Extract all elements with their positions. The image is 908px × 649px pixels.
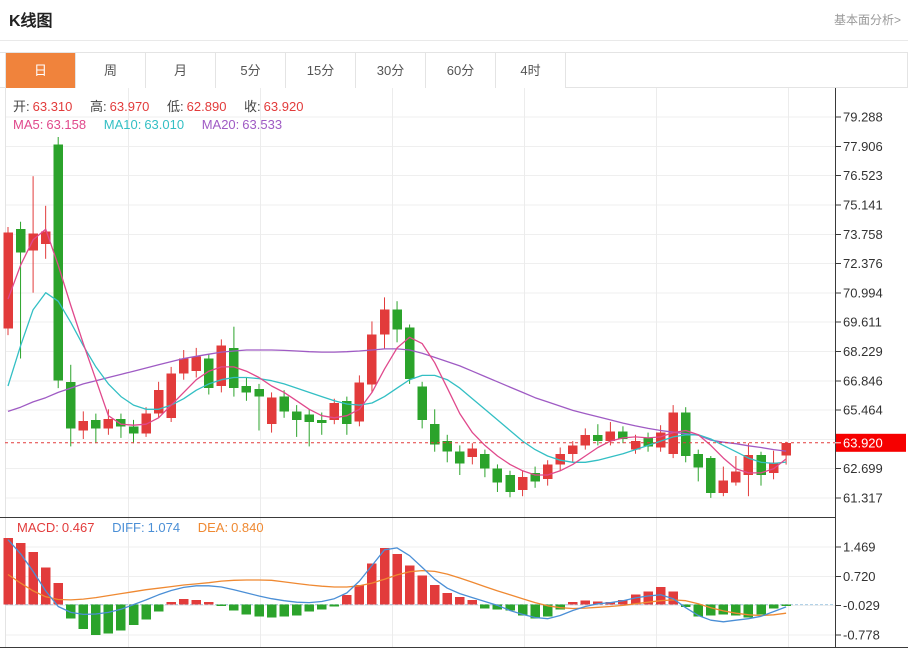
tab-4hour[interactable]: 4时 [496, 53, 566, 88]
svg-text:0.720: 0.720 [843, 569, 876, 584]
svg-text:77.906: 77.906 [843, 139, 883, 154]
svg-text:73.758: 73.758 [843, 227, 883, 242]
tab-week[interactable]: 周 [76, 53, 146, 88]
svg-text:61.317: 61.317 [843, 491, 883, 506]
tab-day[interactable]: 日 [6, 53, 76, 88]
svg-text:1.469: 1.469 [843, 540, 876, 555]
tab-60min[interactable]: 60分 [426, 53, 496, 88]
svg-text:70.994: 70.994 [843, 285, 883, 300]
tab-month[interactable]: 月 [146, 53, 216, 88]
svg-text:72.376: 72.376 [843, 256, 883, 271]
tab-5min[interactable]: 5分 [216, 53, 286, 88]
kline-widget: K线图 基本面分析> 日 周 月 5分 15分 30分 60分 4时 开: 63.… [0, 0, 908, 649]
kline-chart[interactable]: 79.288 77.906 76.523 75.141 73.758 72.376 70.9… [0, 88, 908, 649]
svg-text:68.229: 68.229 [843, 344, 883, 359]
tab-30min[interactable]: 30分 [356, 53, 426, 88]
svg-text:76.523: 76.523 [843, 168, 883, 183]
svg-text:65.464: 65.464 [843, 403, 883, 418]
tabbar-empty-cell [566, 53, 908, 87]
svg-text:62.699: 62.699 [843, 461, 883, 476]
svg-text:79.288: 79.288 [843, 110, 883, 125]
period-tab-bar: 日 周 月 5分 15分 30分 60分 4时 [0, 52, 908, 88]
svg-text:69.611: 69.611 [843, 315, 882, 330]
header-divider [0, 40, 908, 41]
svg-text:-0.778: -0.778 [843, 628, 880, 643]
svg-text:-0.029: -0.029 [843, 598, 880, 613]
chart-plot-area[interactable]: 79.288 77.906 76.523 75.141 73.758 72.376 70.9… [0, 88, 908, 649]
svg-text:75.141: 75.141 [843, 198, 883, 213]
page-title: K线图 [9, 13, 53, 30]
tab-15min[interactable]: 15分 [286, 53, 356, 88]
svg-text:63.920: 63.920 [843, 435, 883, 450]
fundamental-analysis-link[interactable]: 基本面分析> [834, 11, 901, 28]
svg-text:66.846: 66.846 [843, 373, 883, 388]
